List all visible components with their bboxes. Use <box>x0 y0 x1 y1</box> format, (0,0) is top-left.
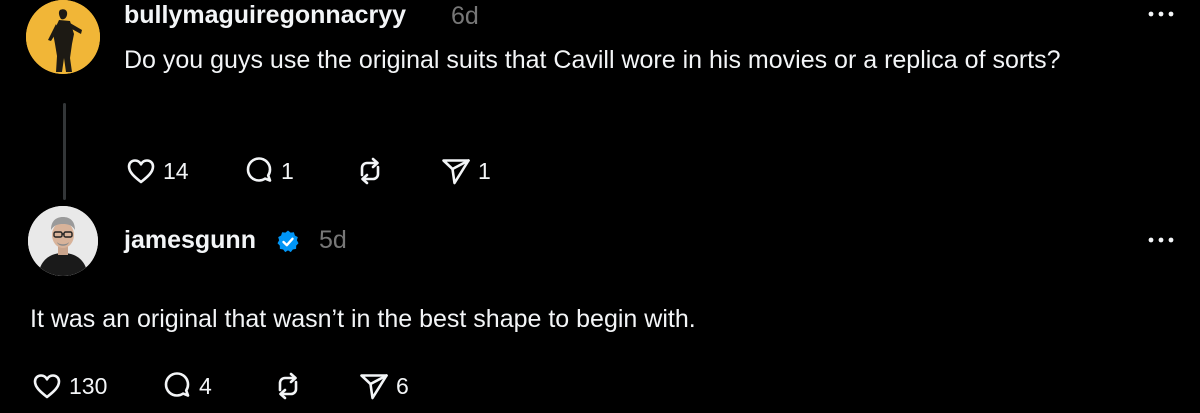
heart-icon <box>127 159 155 184</box>
avatar[interactable] <box>28 206 98 276</box>
username[interactable]: bullymaguiregonnacryy <box>124 1 406 30</box>
comment-button[interactable]: 1 <box>242 154 294 188</box>
username[interactable]: jamesgunn <box>124 226 256 255</box>
post-text: It was an original that wasn’t in the be… <box>30 305 696 333</box>
speech-bubble-icon <box>246 157 272 182</box>
speech-bubble-icon <box>164 372 190 397</box>
repost-icon <box>278 372 298 400</box>
repost-icon <box>360 157 380 185</box>
timestamp[interactable]: 5d <box>319 226 347 255</box>
timestamp[interactable]: 6d <box>451 2 479 31</box>
share-count: 6 <box>396 372 409 399</box>
more-dots-icon[interactable] <box>1146 9 1176 19</box>
like-count: 14 <box>163 157 189 184</box>
send-icon <box>360 374 388 400</box>
more-dots-icon[interactable] <box>1146 235 1176 245</box>
action-bar: 130 4 6 <box>30 369 430 403</box>
like-button[interactable]: 130 <box>30 369 107 403</box>
verified-badge-icon <box>277 230 299 253</box>
share-count: 1 <box>478 157 491 184</box>
avatar-image-icon <box>28 206 98 276</box>
comment-button[interactable]: 4 <box>160 369 212 403</box>
heart-icon <box>33 374 61 399</box>
repost-button[interactable] <box>353 154 387 188</box>
comment-count: 4 <box>199 372 212 399</box>
share-button[interactable]: 1 <box>439 154 491 188</box>
like-button[interactable]: 14 <box>124 154 189 188</box>
avatar[interactable] <box>26 0 100 74</box>
repost-button[interactable] <box>271 369 305 403</box>
like-count: 130 <box>69 372 108 399</box>
share-button[interactable]: 6 <box>357 369 409 403</box>
comment-count: 1 <box>281 157 294 184</box>
action-bar: 14 1 1 <box>124 154 524 188</box>
post-text: Do you guys use the original suits that … <box>124 46 1061 74</box>
thread-connector-line <box>63 103 66 200</box>
avatar-image-icon <box>26 0 100 74</box>
send-icon <box>442 159 470 185</box>
